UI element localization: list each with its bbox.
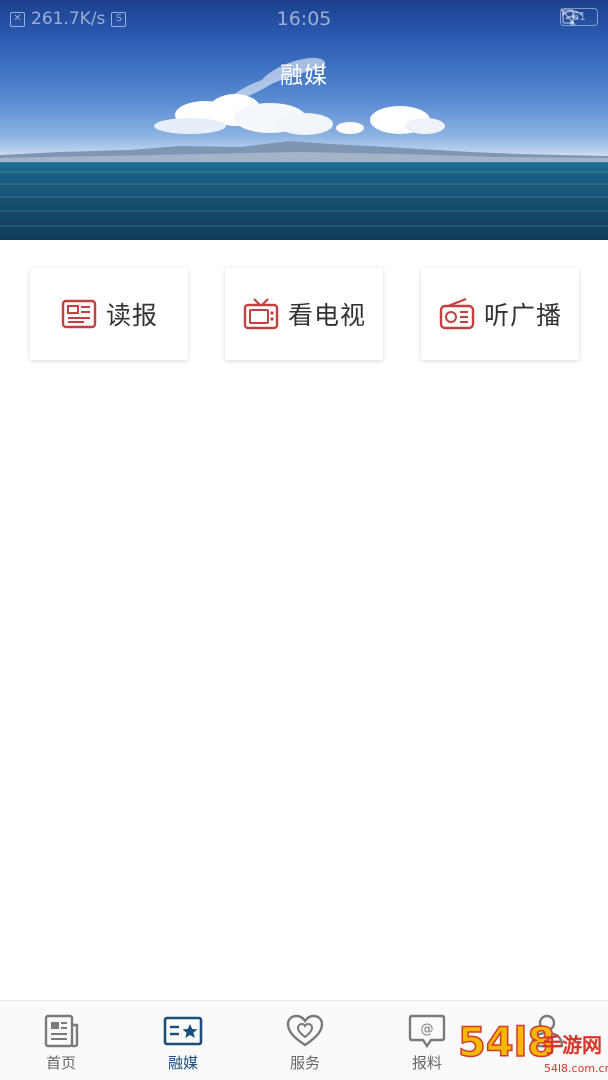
newspaper-icon bbox=[61, 299, 97, 329]
media-card-icon bbox=[163, 1016, 203, 1046]
watch-tv-button[interactable]: 看电视 bbox=[225, 268, 383, 360]
status-bar: ✕ 261.7K/s S 16:05 61 bbox=[0, 0, 608, 38]
radio-icon bbox=[439, 297, 475, 330]
card-label-radio: 听广播 bbox=[483, 301, 562, 330]
heart-icon bbox=[286, 1014, 324, 1047]
tv-icon bbox=[243, 298, 279, 330]
status-time: 16:05 bbox=[276, 8, 332, 30]
listen-radio-button[interactable]: 听广播 bbox=[421, 268, 579, 360]
tab-label-service: 服务 bbox=[289, 1054, 320, 1072]
news-icon bbox=[44, 1014, 79, 1048]
card-label-tv: 看电视 bbox=[287, 301, 366, 330]
svg-text:54l8: 54l8 bbox=[458, 1020, 555, 1066]
card-label-read: 读报 bbox=[105, 301, 158, 330]
page-title: 融媒 bbox=[280, 63, 328, 89]
tab-label-media: 融媒 bbox=[167, 1054, 198, 1072]
tab-home[interactable]: 首页 bbox=[0, 1013, 122, 1077]
tab-label-home: 首页 bbox=[45, 1054, 76, 1072]
svg-text:54l8.com.cn: 54l8.com.cn bbox=[544, 1062, 608, 1075]
svg-text:手游网: 手游网 bbox=[542, 1033, 602, 1057]
hero-banner: ✕ 261.7K/s S 16:05 61 融媒 bbox=[0, 0, 608, 240]
tab-service[interactable]: 服务 bbox=[244, 1013, 366, 1077]
at-chat-icon: @ bbox=[408, 1014, 446, 1049]
tab-media[interactable]: 融媒 bbox=[122, 1013, 244, 1077]
svg-text:@: @ bbox=[421, 1022, 434, 1037]
wifi-icon bbox=[561, 10, 583, 25]
read-newspaper-button[interactable]: 读报 bbox=[30, 268, 188, 360]
watermark-logo: 54l8 手游网 54l8.com.cn bbox=[457, 1019, 608, 1075]
